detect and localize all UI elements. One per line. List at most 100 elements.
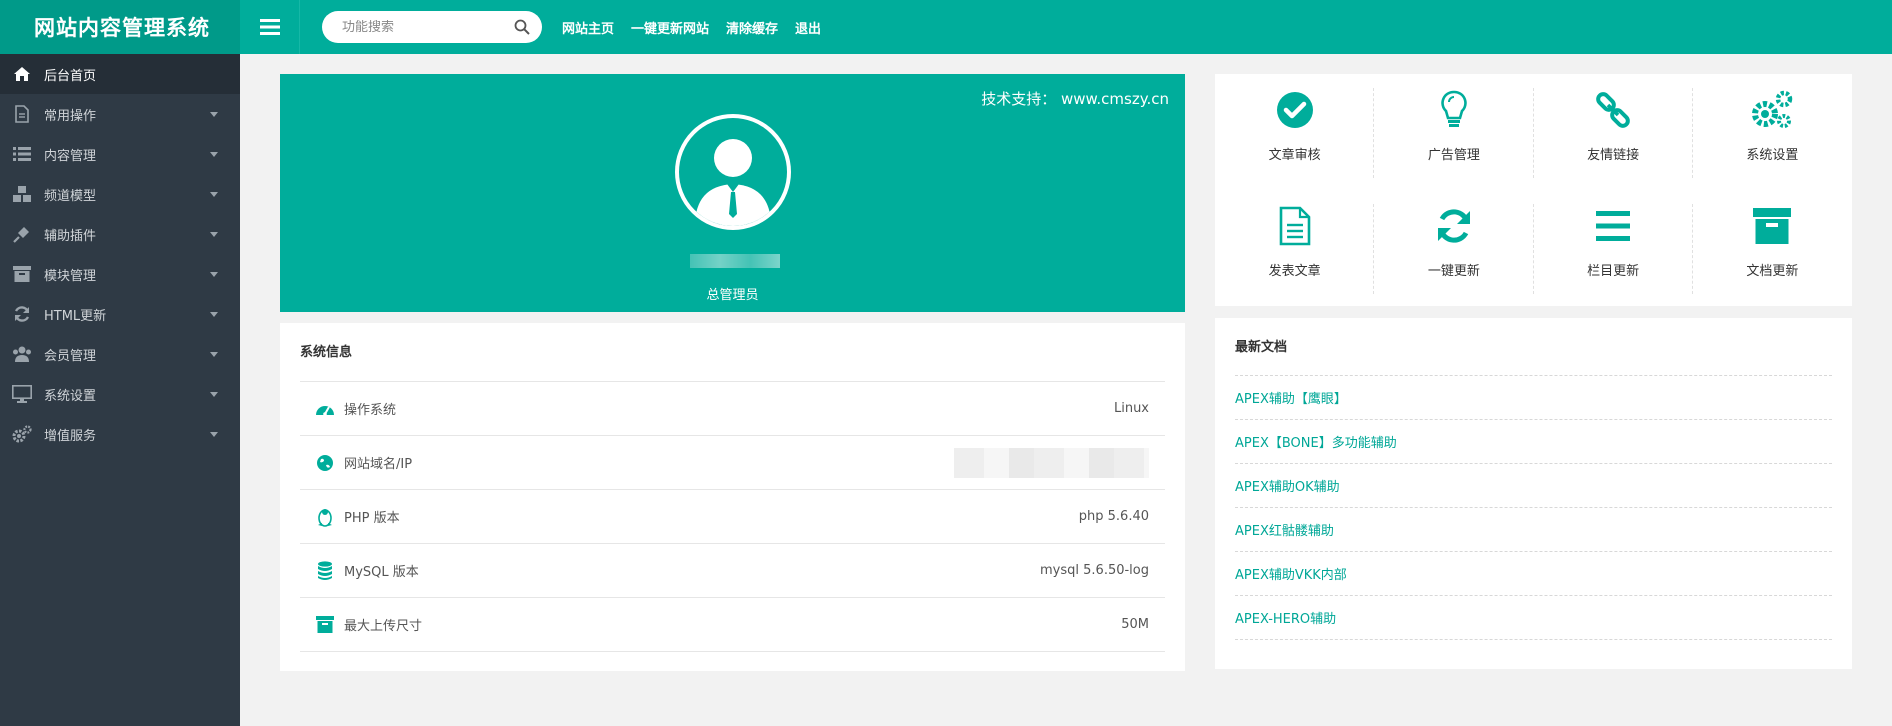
- quick-label: 广告管理: [1427, 148, 1480, 163]
- link-icon: [1591, 88, 1635, 132]
- dashboard-icon: [314, 398, 336, 420]
- monitor-icon: [12, 384, 32, 404]
- quick-doc-update[interactable]: 文档更新: [1693, 190, 1852, 306]
- sidebar-item-value-added[interactable]: 增值服务: [0, 414, 240, 454]
- doc-link[interactable]: APEX【BONE】多功能辅助: [1235, 420, 1832, 464]
- doc-link[interactable]: APEX-HERO辅助: [1235, 596, 1832, 640]
- cogs-icon: [12, 424, 32, 444]
- top-bar: 网站内容管理系统 网站主页 一键更新网站 清除缓存 退出: [0, 0, 1892, 54]
- doc-link[interactable]: APEX辅助【鹰眼】: [1235, 376, 1832, 420]
- refresh-icon: [12, 304, 32, 324]
- logout-link[interactable]: 退出: [795, 18, 821, 37]
- quick-column-update[interactable]: 栏目更新: [1534, 190, 1694, 306]
- doc-link[interactable]: APEX辅助OK辅助: [1235, 464, 1832, 508]
- lightbulb-icon: [1432, 88, 1476, 132]
- info-value: Linux: [1113, 401, 1149, 416]
- sidebar-item-label: 频道模型: [44, 188, 97, 204]
- top-nav: 网站主页 一键更新网站 清除缓存 退出: [562, 18, 838, 37]
- quick-label: 文档更新: [1746, 264, 1799, 279]
- home-link[interactable]: 网站主页: [562, 18, 614, 37]
- user-icon: [695, 139, 771, 226]
- info-label: MySQL 版本: [344, 565, 419, 580]
- sidebar-item-members[interactable]: 会员管理: [0, 334, 240, 374]
- cubes-icon: [12, 184, 32, 204]
- search-input[interactable]: [342, 19, 514, 35]
- home-icon: [12, 64, 32, 84]
- refresh-icon: [1432, 204, 1476, 248]
- quick-system-settings[interactable]: 系统设置: [1693, 74, 1852, 190]
- quick-label: 发表文章: [1268, 264, 1321, 279]
- document-icon: [12, 104, 32, 124]
- archive-icon: [314, 614, 336, 636]
- quick-label: 友情链接: [1587, 148, 1640, 163]
- quick-publish-article[interactable]: 发表文章: [1215, 190, 1375, 306]
- info-label: 最大上传尺寸: [344, 619, 423, 634]
- sidebar-item-label: 增值服务: [44, 428, 97, 444]
- chevron-down-icon: [210, 232, 218, 237]
- system-info-title: 系统信息: [300, 345, 353, 360]
- sidebar-item-channel-model[interactable]: 频道模型: [0, 174, 240, 214]
- chevron-down-icon: [210, 312, 218, 317]
- latest-docs-card: 最新文档 APEX辅助【鹰眼】 APEX【BONE】多功能辅助 APEX辅助OK…: [1215, 318, 1852, 669]
- chevron-down-icon: [210, 272, 218, 277]
- quick-label: 栏目更新: [1587, 264, 1640, 279]
- avatar: [675, 114, 791, 230]
- quick-label: 文章审核: [1268, 148, 1321, 163]
- file-text-icon: [1273, 204, 1317, 248]
- info-label: 网站域名/IP: [344, 457, 413, 472]
- info-label: PHP 版本: [344, 511, 400, 526]
- sidebar-item-plugins[interactable]: 辅助插件: [0, 214, 240, 254]
- update-site-link[interactable]: 一键更新网站: [631, 18, 709, 37]
- search-box: [322, 11, 542, 43]
- info-row-domain: 网站域名/IP: [300, 436, 1165, 490]
- sidebar-item-label: 系统设置: [44, 388, 97, 404]
- quick-label: 系统设置: [1746, 148, 1799, 163]
- info-value: mysql 5.6.50-log: [1040, 563, 1149, 578]
- system-info-card: 系统信息 操作系统 Linux 网站域名/IP PHP 版本 php 5.6.4…: [280, 323, 1185, 671]
- sidebar-item-common-ops[interactable]: 常用操作: [0, 94, 240, 134]
- info-value: php 5.6.40: [1078, 509, 1149, 524]
- chevron-down-icon: [210, 432, 218, 437]
- linux-icon: [314, 506, 336, 528]
- menu-toggle-button[interactable]: [240, 0, 300, 54]
- quick-article-review[interactable]: 文章审核: [1215, 74, 1375, 190]
- chevron-down-icon: [210, 152, 218, 157]
- quick-friend-links[interactable]: 友情链接: [1534, 74, 1694, 190]
- user-role: 总管理员: [706, 288, 759, 303]
- archive-icon: [1750, 204, 1794, 248]
- bars-icon: [1591, 204, 1635, 248]
- chevron-down-icon: [210, 192, 218, 197]
- users-icon: [12, 344, 32, 364]
- support-text: 技术支持： www.cmszy.cn: [981, 90, 1169, 108]
- list-icon: [12, 144, 32, 164]
- info-row-php: PHP 版本 php 5.6.40: [300, 490, 1165, 544]
- search-icon[interactable]: [514, 19, 530, 35]
- info-row-os: 操作系统 Linux: [300, 382, 1165, 436]
- latest-docs-title: 最新文档: [1235, 340, 1288, 355]
- sidebar-item-label: 常用操作: [44, 108, 97, 124]
- profile-card: 技术支持： www.cmszy.cn 总管理员: [280, 74, 1185, 312]
- clear-cache-link[interactable]: 清除缓存: [726, 18, 778, 37]
- username-blurred: [690, 254, 780, 268]
- sidebar-item-modules[interactable]: 模块管理: [0, 254, 240, 294]
- archive-icon: [12, 264, 32, 284]
- sidebar-item-label: HTML更新: [44, 308, 107, 324]
- globe-icon: [314, 452, 336, 474]
- info-label: 操作系统: [344, 403, 397, 418]
- quick-ad-manage[interactable]: 广告管理: [1374, 74, 1534, 190]
- doc-link[interactable]: APEX红骷髅辅助: [1235, 508, 1832, 552]
- sidebar-item-label: 内容管理: [44, 148, 97, 164]
- chevron-down-icon: [210, 352, 218, 357]
- system-info-table: 操作系统 Linux 网站域名/IP PHP 版本 php 5.6.40 MyS…: [300, 381, 1165, 652]
- sidebar-item-home[interactable]: 后台首页: [0, 54, 240, 94]
- sidebar-item-settings[interactable]: 系统设置: [0, 374, 240, 414]
- sidebar-item-content[interactable]: 内容管理: [0, 134, 240, 174]
- info-value-blurred: [954, 447, 1149, 478]
- doc-link[interactable]: APEX辅助VKK内部: [1235, 552, 1832, 596]
- cogs-icon: [1750, 88, 1794, 132]
- quick-one-click-update[interactable]: 一键更新: [1374, 190, 1534, 306]
- chevron-down-icon: [210, 112, 218, 117]
- info-row-upload: 最大上传尺寸 50M: [300, 598, 1165, 652]
- plug-icon: [12, 224, 32, 244]
- sidebar-item-html-update[interactable]: HTML更新: [0, 294, 240, 334]
